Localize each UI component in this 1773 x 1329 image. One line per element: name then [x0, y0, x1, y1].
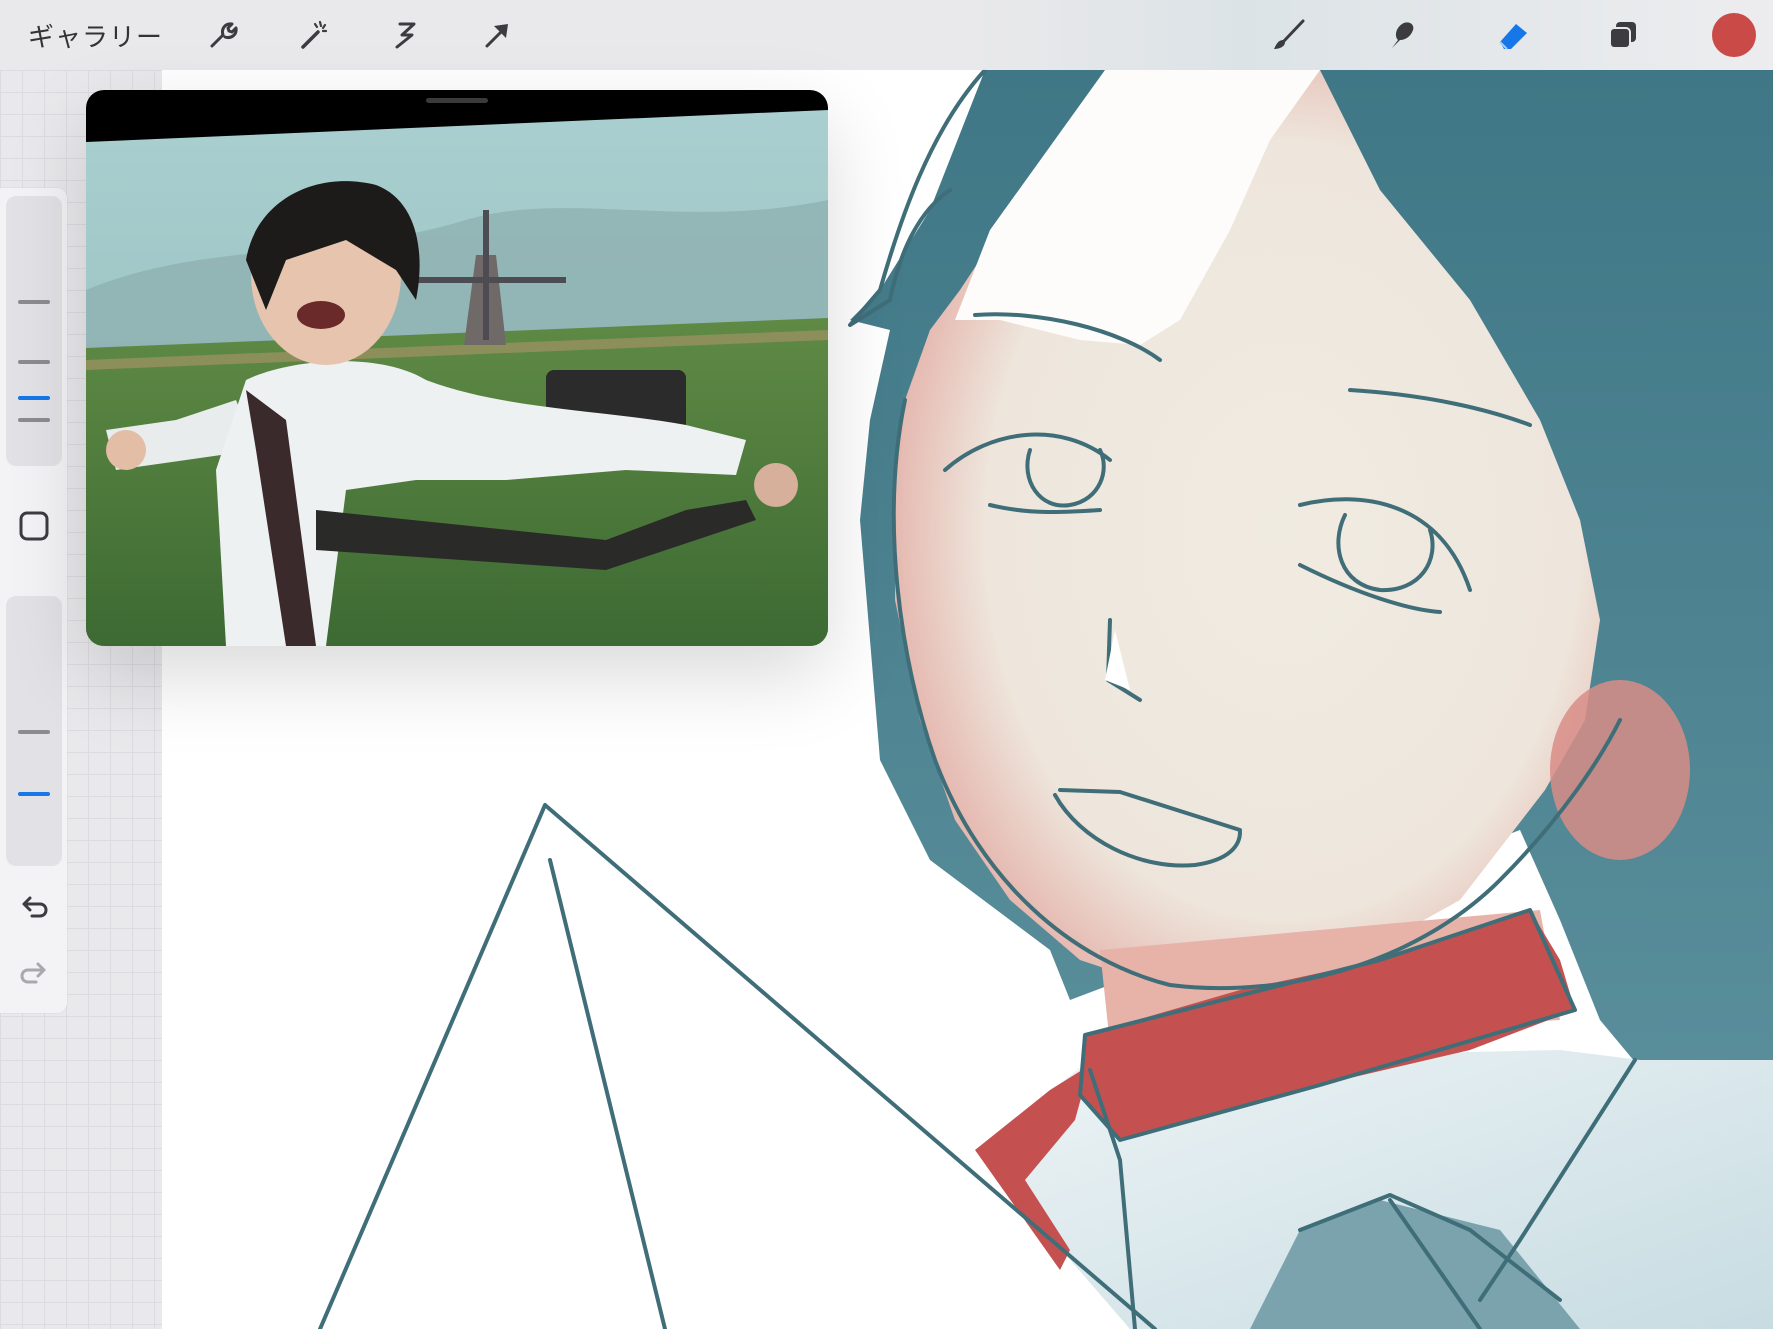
- current-color-swatch[interactable]: [1712, 13, 1756, 57]
- wrench-icon[interactable]: [198, 12, 244, 58]
- magic-wand-icon[interactable]: [290, 12, 336, 58]
- eraser-icon[interactable]: [1490, 12, 1536, 58]
- reference-drag-handle[interactable]: [426, 98, 488, 103]
- reference-window[interactable]: [86, 90, 828, 646]
- opacity-slider-thumb[interactable]: [12, 786, 56, 802]
- move-arrow-icon[interactable]: [474, 12, 520, 58]
- brush-size-slider[interactable]: [6, 196, 62, 466]
- left-sidebar: [0, 188, 67, 1013]
- gallery-button[interactable]: ギャラリー: [28, 17, 163, 54]
- size-tick: [18, 300, 50, 304]
- redo-icon[interactable]: [14, 952, 54, 992]
- cheek-blush: [1550, 680, 1690, 860]
- size-tick: [18, 360, 50, 364]
- opacity-tick: [18, 730, 50, 734]
- reference-image: [86, 110, 828, 646]
- brush-icon[interactable]: [1266, 12, 1312, 58]
- smudge-icon[interactable]: [1378, 12, 1424, 58]
- size-slider-thumb[interactable]: [12, 390, 56, 406]
- selection-icon[interactable]: [382, 12, 428, 58]
- modify-square-icon[interactable]: [14, 506, 54, 546]
- size-tick: [18, 418, 50, 422]
- top-toolbar: ギャラリー: [0, 0, 1773, 70]
- undo-icon[interactable]: [14, 886, 54, 926]
- layers-icon[interactable]: [1600, 12, 1646, 58]
- brush-opacity-slider[interactable]: [6, 596, 62, 866]
